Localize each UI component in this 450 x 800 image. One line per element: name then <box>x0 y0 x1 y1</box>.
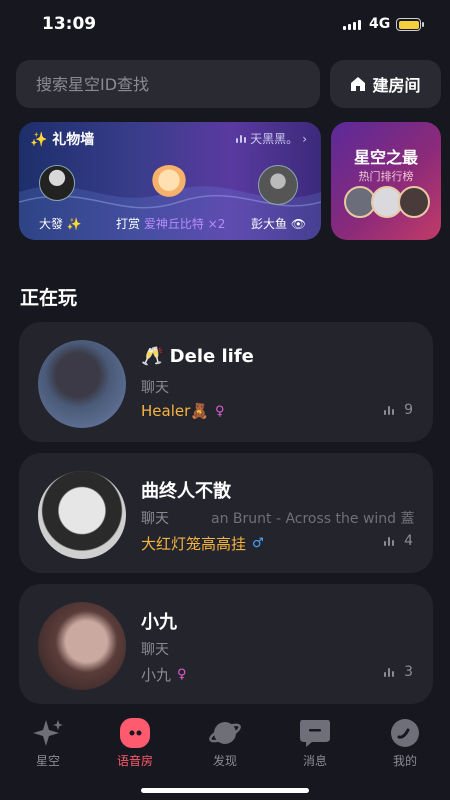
eye-icon: 👁 <box>290 217 307 231</box>
room-avatar <box>38 602 126 690</box>
room-avatar <box>38 340 126 428</box>
room-count: 9 <box>383 402 413 418</box>
signal-icon <box>343 20 361 30</box>
ranking-title: 星空之最 <box>353 148 418 167</box>
room-tag-text: 大红灯笼高高挂 <box>141 535 247 553</box>
room-tag-text: Healer🧸 <box>141 402 209 420</box>
room-type: 聊天 <box>141 380 169 396</box>
gift-wall-card[interactable]: ✨ 礼物墙 天黑黑。 › 大發 ✨ 打赏 爱神丘比特 ×2 彭大鱼 👁 <box>19 122 321 240</box>
female-icon: ♀ <box>214 403 225 419</box>
tab-messages[interactable]: 消息 <box>270 716 360 769</box>
gift-action-verb: 打赏 <box>116 217 141 231</box>
audio-bars-icon <box>383 667 395 677</box>
tab-discover[interactable]: 发现 <box>180 716 270 769</box>
ranking-subtitle: 热门排行榜 <box>358 170 414 183</box>
message-icon <box>298 716 332 750</box>
room-tag: Healer🧸 ♀ <box>141 402 224 420</box>
tab-label: 星空 <box>35 754 60 768</box>
listener-count: 9 <box>404 402 413 418</box>
room-tag-text: 小九 <box>141 666 172 684</box>
section-title: 正在玩 <box>20 287 78 309</box>
room-card[interactable]: 🥂 Dele life 聊天 Healer🧸 ♀ 9 <box>19 322 433 442</box>
ranking-card[interactable]: 星空之最 热门排行榜 <box>331 122 441 240</box>
tab-bar: 星空 语音房 发现 消息 我的 <box>0 708 450 800</box>
gift-wall-title: ✨ 礼物墙 <box>30 132 95 148</box>
status-bar: 13:09 4G <box>0 0 450 52</box>
room-count: 4 <box>383 533 413 549</box>
room-name: 🥂 Dele life <box>141 346 254 367</box>
profile-icon <box>388 716 422 750</box>
receiver-avatar[interactable] <box>258 165 298 205</box>
gift-name: 爱神丘比特 ×2 <box>143 217 226 231</box>
search-input[interactable] <box>36 74 320 94</box>
room-avatar <box>38 471 126 559</box>
tab-voice-room[interactable]: 语音房 <box>90 716 180 769</box>
tab-profile[interactable]: 我的 <box>360 716 450 769</box>
search-bar[interactable] <box>16 60 320 108</box>
tab-label: 消息 <box>302 754 327 768</box>
room-name: 小九 <box>141 612 177 633</box>
gift-wall-marquee: 天黑黑。 › <box>235 130 307 147</box>
planet-icon <box>208 716 242 750</box>
home-icon <box>351 77 366 91</box>
room-type: 聊天 <box>141 642 169 658</box>
battery-icon <box>396 18 424 31</box>
listener-count: 4 <box>404 533 413 549</box>
gift-action: 打赏 爱神丘比特 ×2 <box>116 215 225 232</box>
chevron-right-icon: › <box>302 131 307 146</box>
sender-avatar[interactable] <box>39 165 75 201</box>
receiver-name-text: 彭大鱼 <box>251 217 288 231</box>
tab-xingkong[interactable]: 星空 <box>3 716 93 769</box>
sender-name: 大發 ✨ <box>39 217 82 231</box>
voice-room-icon <box>118 716 152 750</box>
tab-label: 语音房 <box>116 754 153 768</box>
gift-icon <box>150 165 188 203</box>
room-name: 曲终人不散 <box>141 481 231 502</box>
room-type: 聊天 <box>141 511 169 527</box>
listener-count: 3 <box>404 664 413 680</box>
male-icon: ♂ <box>252 536 264 551</box>
create-room-button[interactable]: 建房间 <box>330 60 441 108</box>
status-time: 13:09 <box>42 14 97 34</box>
room-count: 3 <box>383 664 413 680</box>
audio-bars-icon <box>383 405 395 415</box>
rank-avatar-3 <box>398 186 430 218</box>
tab-label: 发现 <box>212 754 237 768</box>
create-room-label: 建房间 <box>372 76 421 95</box>
marquee-text: 天黑黑。 <box>250 132 299 146</box>
room-song: an Brunt - Across the wind 蓋 <box>211 511 415 527</box>
sparkle-icon <box>31 716 65 750</box>
receiver-name: 彭大鱼 👁 <box>251 215 306 232</box>
tab-label: 我的 <box>392 754 417 768</box>
room-tag: 大红灯笼高高挂 ♂ <box>141 533 264 554</box>
female-icon: ♀ <box>177 667 187 682</box>
room-card[interactable]: 小九 聊天 小九 ♀ 3 <box>19 584 433 704</box>
audio-bars-icon <box>235 134 247 143</box>
room-tag: 小九 ♀ <box>141 664 187 685</box>
home-indicator <box>141 788 309 793</box>
audio-bars-icon <box>383 536 395 546</box>
room-card[interactable]: 曲终人不散 聊天 an Brunt - Across the wind 蓋 大红… <box>19 453 433 573</box>
network-type: 4G <box>369 16 391 32</box>
